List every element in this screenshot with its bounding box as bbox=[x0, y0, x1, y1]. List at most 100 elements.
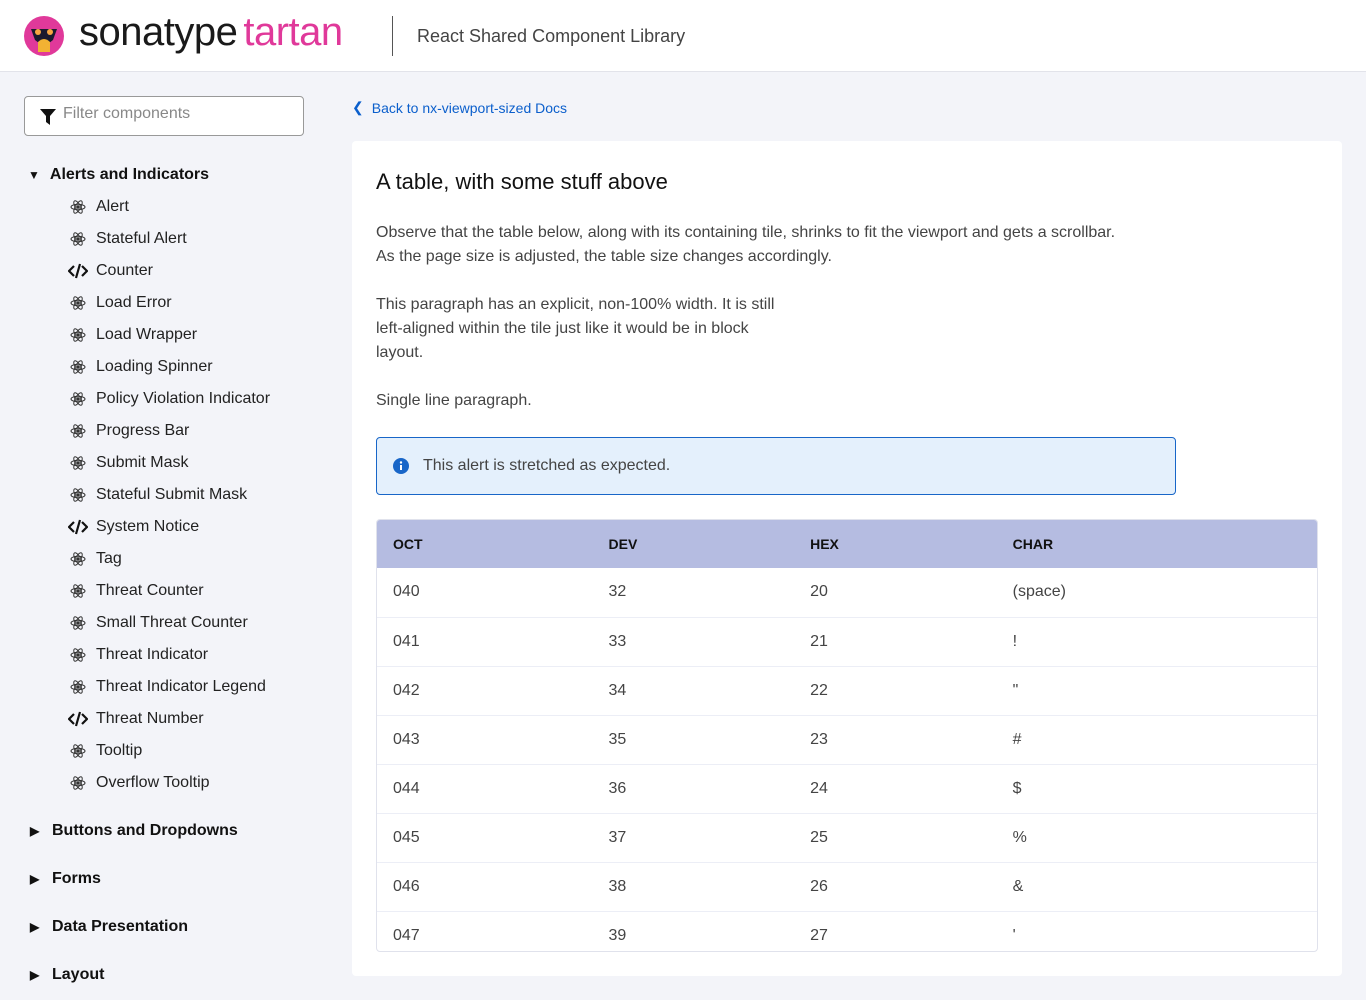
nav-group[interactable]: ▶ Data Presentation bbox=[28, 918, 188, 936]
tartan-logo bbox=[24, 16, 64, 56]
header-subtitle: React Shared Component Library bbox=[417, 26, 686, 46]
caret-right-icon: ▶ bbox=[30, 824, 40, 838]
paragraph-1: Observe that the table below, along with… bbox=[376, 221, 1115, 269]
sidebar-item-label: Overflow Tooltip bbox=[96, 774, 210, 791]
table-scroll-container[interactable]: OCT DEV HEX CHAR 040 32 20 (space) 041 33 21! 042 34… bbox=[376, 519, 1318, 952]
sidebar-item[interactable]: Tooltip bbox=[68, 742, 142, 760]
react-icon bbox=[68, 487, 88, 503]
table-cell: 046 bbox=[377, 862, 593, 912]
sidebar-item-label: Stateful Submit Mask bbox=[96, 486, 248, 503]
table-cell: 27 bbox=[794, 911, 997, 951]
nav-group[interactable]: ▶ Layout bbox=[28, 966, 104, 984]
filter-components-input[interactable] bbox=[63, 105, 293, 123]
table-cell: 044 bbox=[377, 764, 593, 814]
table-cell: 043 bbox=[377, 715, 593, 765]
sidebar-item[interactable]: Threat Indicator bbox=[68, 646, 208, 664]
table-cell: (space) bbox=[996, 568, 1317, 618]
sidebar-item[interactable]: Threat Number bbox=[68, 710, 204, 728]
nav-group-label: Buttons and Dropdowns bbox=[52, 822, 238, 839]
table-cell: 33 bbox=[592, 617, 795, 667]
table-row: 046 38 26 & bbox=[377, 862, 1317, 912]
sidebar-item-label: Tag bbox=[96, 550, 122, 567]
sidebar-item-label: Tooltip bbox=[96, 742, 143, 759]
nav-group[interactable]: ▶ Forms bbox=[28, 870, 101, 888]
table-cell: # bbox=[996, 715, 1317, 765]
nav-group-label: Data Presentation bbox=[52, 918, 189, 935]
sidebar-item-label: Loading Spinner bbox=[96, 358, 213, 375]
caret-right-icon: ▶ bbox=[30, 920, 40, 934]
code-icon bbox=[68, 519, 88, 535]
brand-secondary: tartan bbox=[243, 10, 343, 54]
caret-right-icon: ▶ bbox=[30, 872, 40, 886]
table-row: 042 34 22 " bbox=[377, 666, 1317, 716]
paragraph-3: Single line paragraph. bbox=[376, 392, 532, 409]
info-alert: This alert is stretched as expected. bbox=[376, 437, 1176, 495]
sidebar-item[interactable]: Alert bbox=[68, 198, 129, 216]
table-cell: 040 bbox=[377, 568, 593, 618]
brand: sonatype tartan bbox=[79, 10, 343, 55]
table-cell: 20 bbox=[794, 568, 997, 618]
sidebar-item[interactable]: Progress Bar bbox=[68, 422, 189, 440]
column-header: OCT bbox=[377, 520, 593, 568]
sidebar-item[interactable]: Load Error bbox=[68, 294, 172, 312]
react-icon bbox=[68, 295, 88, 311]
sidebar-item[interactable]: Load Wrapper bbox=[68, 326, 197, 344]
sidebar-item[interactable]: Threat Counter bbox=[68, 582, 204, 600]
sidebar-item-label: Threat Number bbox=[96, 710, 204, 727]
sidebar-item[interactable]: Loading Spinner bbox=[68, 358, 213, 376]
header-divider bbox=[392, 16, 393, 56]
table-row: 045 37 25% bbox=[377, 813, 1317, 863]
table-cell: 21 bbox=[794, 617, 997, 667]
table-cell: 22 bbox=[794, 666, 997, 716]
table-row: 047 39 27 ' bbox=[377, 911, 1317, 951]
info-icon bbox=[393, 458, 409, 474]
sidebar-item[interactable]: Counter bbox=[68, 262, 153, 280]
table-cell: 35 bbox=[592, 715, 795, 765]
paragraph-2: This paragraph has an explicit, non-100%… bbox=[376, 296, 775, 361]
code-icon bbox=[68, 263, 88, 279]
nav-group-alerts-and-indicators[interactable]: ▼ Alerts and Indicators bbox=[28, 166, 209, 184]
sidebar-item[interactable]: Stateful Alert bbox=[68, 230, 187, 248]
sidebar-item[interactable]: Overflow Tooltip bbox=[68, 774, 210, 792]
column-header: HEX bbox=[794, 520, 997, 568]
caret-right-icon: ▶ bbox=[30, 968, 40, 982]
table-cell: 32 bbox=[592, 568, 795, 618]
chevron-left-icon: ❮ bbox=[352, 99, 364, 115]
content-tile: A table, with some stuff above Observe t… bbox=[352, 141, 1342, 976]
sidebar-item-label: Threat Counter bbox=[96, 582, 204, 599]
sidebar-item[interactable]: Threat Indicator Legend bbox=[68, 678, 266, 696]
table-cell: & bbox=[996, 862, 1317, 912]
sidebar-item-label: Progress Bar bbox=[96, 422, 190, 439]
sidebar-item[interactable]: Small Threat Counter bbox=[68, 614, 248, 632]
sidebar-item[interactable]: System Notice bbox=[68, 518, 199, 536]
sidebar-item-label: Load Error bbox=[96, 294, 172, 311]
react-icon bbox=[68, 743, 88, 759]
table-cell: 045 bbox=[377, 813, 593, 863]
table-cell: 047 bbox=[377, 911, 593, 951]
sidebar-item[interactable]: Submit Mask bbox=[68, 454, 188, 472]
sidebar-item-label: Policy Violation Indicator bbox=[96, 390, 271, 407]
react-icon bbox=[68, 391, 88, 407]
react-icon bbox=[68, 199, 88, 215]
table-cell: 37 bbox=[592, 813, 795, 863]
caret-down-icon: ▼ bbox=[28, 168, 40, 182]
nav-group-label: Layout bbox=[52, 966, 105, 983]
table-row: 043 35 23 # bbox=[377, 715, 1317, 765]
sidebar-item-label: Threat Indicator bbox=[96, 646, 209, 663]
paragraph-1-line-2: As the page size is adjusted, the table … bbox=[376, 248, 832, 265]
filter-components-input-wrapper[interactable] bbox=[24, 96, 304, 136]
code-icon bbox=[68, 711, 88, 727]
back-link[interactable]: ❮ Back to nx-viewport-sized Docs bbox=[352, 99, 567, 116]
sidebar-item[interactable]: Policy Violation Indicator bbox=[68, 390, 270, 408]
table-cell: 39 bbox=[592, 911, 795, 951]
sidebar-item-label: Submit Mask bbox=[96, 454, 189, 471]
table-row: 040 32 20 (space) bbox=[377, 568, 1317, 618]
table-cell: ' bbox=[996, 911, 1317, 951]
sidebar-item[interactable]: Tag bbox=[68, 550, 122, 568]
sidebar-item-label: Small Threat Counter bbox=[96, 614, 248, 631]
table-cell: 26 bbox=[794, 862, 997, 912]
sidebar-item[interactable]: Stateful Submit Mask bbox=[68, 486, 247, 504]
table-row: 044 36 24 $ bbox=[377, 764, 1317, 814]
react-icon bbox=[68, 423, 88, 439]
nav-group[interactable]: ▶ Buttons and Dropdowns bbox=[28, 822, 238, 840]
